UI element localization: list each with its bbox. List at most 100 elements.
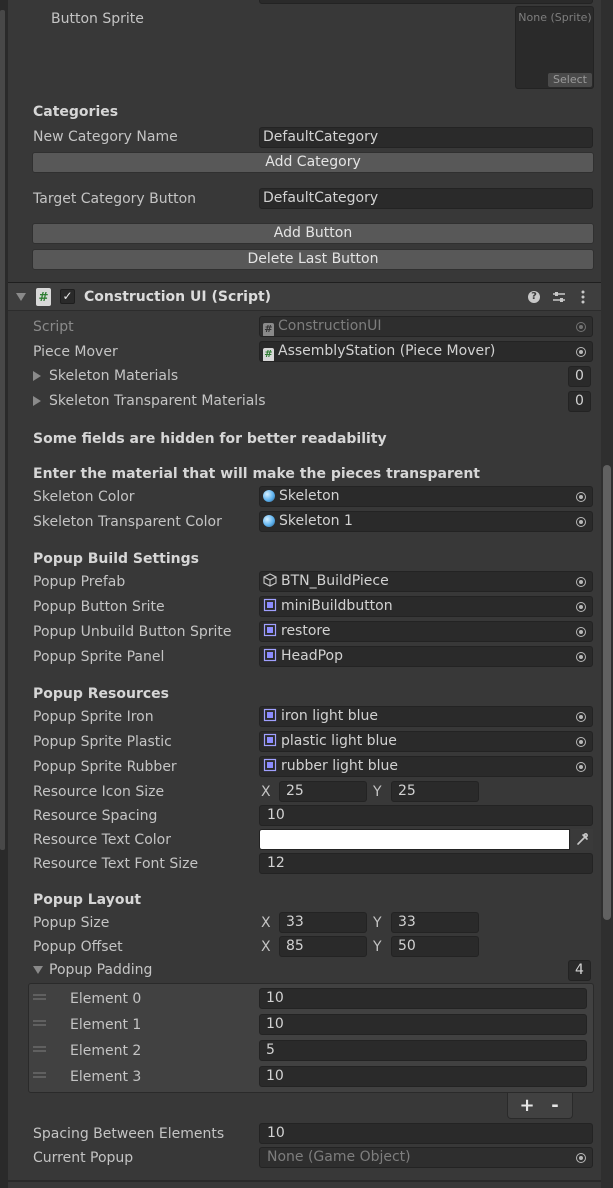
popup-prefab-label: Popup Prefab bbox=[33, 574, 126, 590]
padding-element-field[interactable]: 10 bbox=[259, 1014, 587, 1035]
object-picker-icon[interactable] bbox=[570, 707, 592, 726]
popup-offset-y-label[interactable]: Y bbox=[373, 937, 382, 957]
delete-last-button[interactable]: Delete Last Button bbox=[32, 249, 594, 270]
popup-sprite-plastic-field[interactable]: plastic light blue bbox=[259, 731, 593, 752]
popup-layout-header: Popup Layout bbox=[33, 892, 142, 908]
skeleton-color-field[interactable]: Skeleton bbox=[259, 486, 593, 507]
padding-element-label: Element 0 bbox=[70, 991, 142, 1007]
help-icon[interactable]: ? bbox=[528, 291, 540, 303]
skeleton-color-value: Skeleton bbox=[279, 488, 340, 504]
skeleton-materials-foldout-icon[interactable] bbox=[33, 371, 41, 381]
resource-icon-size-x-label[interactable]: X bbox=[261, 782, 271, 802]
remove-element-button[interactable]: - bbox=[543, 1096, 567, 1116]
resource-icon-size-y-field[interactable]: 25 bbox=[391, 781, 479, 802]
sprite-object-field[interactable]: None (Sprite) Select bbox=[515, 6, 594, 89]
presets-icon[interactable] bbox=[552, 290, 566, 304]
object-picker-icon[interactable] bbox=[570, 342, 592, 361]
popup-offset-label: Popup Offset bbox=[33, 939, 123, 955]
popup-sprite-iron-label: Popup Sprite Iron bbox=[33, 709, 154, 725]
current-popup-field[interactable]: None (Game Object) bbox=[259, 1147, 593, 1168]
popup-button-srite-field[interactable]: miniBuildbutton bbox=[259, 596, 593, 617]
add-element-button[interactable]: + bbox=[515, 1096, 539, 1116]
object-picker-icon[interactable] bbox=[570, 757, 592, 776]
eyedropper-icon[interactable] bbox=[571, 829, 593, 850]
target-category-button-label: Target Category Button bbox=[33, 191, 197, 207]
categories-header: Categories bbox=[33, 104, 119, 120]
popup-size-y-field[interactable]: 33 bbox=[391, 912, 479, 933]
prefab-cube-icon bbox=[263, 573, 277, 587]
target-category-button-field[interactable]: DefaultCategory bbox=[259, 188, 593, 209]
enabled-checkbox[interactable]: ✓ bbox=[60, 289, 75, 304]
skeleton-transparent-materials-foldout-icon[interactable] bbox=[33, 396, 41, 406]
piece-mover-value: AssemblyStation (Piece Mover) bbox=[278, 343, 496, 359]
kebab-menu-icon[interactable] bbox=[579, 290, 587, 304]
resource-icon-size-y-label[interactable]: Y bbox=[373, 782, 382, 802]
script-file-icon: # bbox=[36, 288, 51, 306]
skeleton-materials-label[interactable]: Skeleton Materials bbox=[49, 366, 178, 386]
popup-sprite-iron-field[interactable]: iron light blue bbox=[259, 706, 593, 727]
script-value: ConstructionUI bbox=[278, 318, 382, 334]
skeleton-color-label: Skeleton Color bbox=[33, 489, 135, 505]
add-button[interactable]: Add Button bbox=[32, 223, 594, 244]
resource-spacing-field[interactable]: 10 bbox=[259, 805, 593, 826]
object-picker-icon[interactable] bbox=[570, 647, 592, 666]
new-category-name-field[interactable]: DefaultCategory bbox=[259, 127, 593, 148]
object-picker-icon[interactable] bbox=[570, 1148, 592, 1167]
resource-text-color-swatch[interactable] bbox=[259, 829, 570, 850]
piece-mover-field[interactable]: # AssemblyStation (Piece Mover) bbox=[259, 341, 593, 362]
popup-size-y-label[interactable]: Y bbox=[373, 913, 382, 933]
spacing-between-elements-label: Spacing Between Elements bbox=[33, 1126, 225, 1142]
object-picker-icon[interactable] bbox=[570, 487, 592, 506]
skeleton-transparent-color-field[interactable]: Skeleton 1 bbox=[259, 511, 593, 532]
popup-sprite-rubber-field[interactable]: rubber light blue bbox=[259, 756, 593, 777]
drag-handle-icon[interactable] bbox=[33, 1046, 46, 1052]
drag-handle-icon[interactable] bbox=[33, 1020, 46, 1026]
object-picker-icon[interactable] bbox=[570, 732, 592, 751]
popup-offset-x-label[interactable]: X bbox=[261, 937, 271, 957]
drag-handle-icon[interactable] bbox=[33, 1072, 46, 1078]
popup-padding-foldout-icon[interactable] bbox=[33, 966, 43, 974]
drag-handle-icon[interactable] bbox=[33, 994, 46, 1000]
object-picker-icon[interactable] bbox=[570, 572, 592, 591]
object-picker-icon[interactable] bbox=[570, 597, 592, 616]
popup-size-x-field[interactable]: 33 bbox=[279, 912, 367, 933]
popup-padding-label[interactable]: Popup Padding bbox=[49, 960, 152, 980]
resource-text-color-label: Resource Text Color bbox=[33, 832, 171, 848]
material-icon bbox=[263, 490, 275, 502]
add-category-button[interactable]: Add Category bbox=[32, 152, 594, 173]
padding-element-label: Element 1 bbox=[70, 1017, 142, 1033]
collapse-arrow-icon[interactable] bbox=[16, 293, 26, 301]
popup-resources-header: Popup Resources bbox=[33, 686, 169, 702]
sprite-icon bbox=[263, 648, 277, 662]
popup-unbuild-button-sprite-field[interactable]: restore bbox=[259, 621, 593, 642]
popup-offset-x-field[interactable]: 85 bbox=[279, 936, 367, 957]
popup-offset-y-field[interactable]: 50 bbox=[391, 936, 479, 957]
skeleton-transparent-materials-count[interactable]: 0 bbox=[568, 391, 591, 412]
object-picker-icon[interactable] bbox=[570, 512, 592, 531]
cut-off-field[interactable] bbox=[259, 0, 593, 4]
sprite-icon bbox=[263, 733, 277, 747]
left-scroll-thumb[interactable] bbox=[0, 10, 5, 850]
sprite-none-label: None (Sprite) bbox=[518, 11, 592, 24]
popup-size-x-label[interactable]: X bbox=[261, 913, 271, 933]
resource-icon-size-x-field[interactable]: 25 bbox=[279, 781, 367, 802]
popup-padding-count[interactable]: 4 bbox=[568, 960, 591, 981]
scrollbar-thumb[interactable] bbox=[603, 465, 611, 920]
sprite-icon bbox=[263, 598, 277, 612]
skeleton-materials-count[interactable]: 0 bbox=[568, 366, 591, 387]
skeleton-transparent-materials-label[interactable]: Skeleton Transparent Materials bbox=[49, 391, 266, 411]
popup-sprite-panel-label: Popup Sprite Panel bbox=[33, 649, 165, 665]
popup-prefab-field[interactable]: BTN_BuildPiece bbox=[259, 571, 593, 592]
hidden-fields-note: Some fields are hidden for better readab… bbox=[33, 431, 387, 447]
resource-text-font-size-field[interactable]: 12 bbox=[259, 853, 593, 874]
padding-element-field[interactable]: 10 bbox=[259, 988, 587, 1009]
sprite-select-button[interactable]: Select bbox=[548, 73, 592, 87]
popup-button-srite-value: miniBuildbutton bbox=[281, 598, 393, 614]
spacing-between-elements-field[interactable]: 10 bbox=[259, 1123, 593, 1144]
object-picker-icon[interactable] bbox=[570, 622, 592, 641]
padding-element-field[interactable]: 10 bbox=[259, 1066, 587, 1087]
padding-element-field[interactable]: 5 bbox=[259, 1040, 587, 1061]
popup-sprite-iron-value: iron light blue bbox=[281, 708, 378, 724]
sprite-icon bbox=[263, 623, 277, 637]
popup-sprite-panel-field[interactable]: HeadPop bbox=[259, 646, 593, 667]
